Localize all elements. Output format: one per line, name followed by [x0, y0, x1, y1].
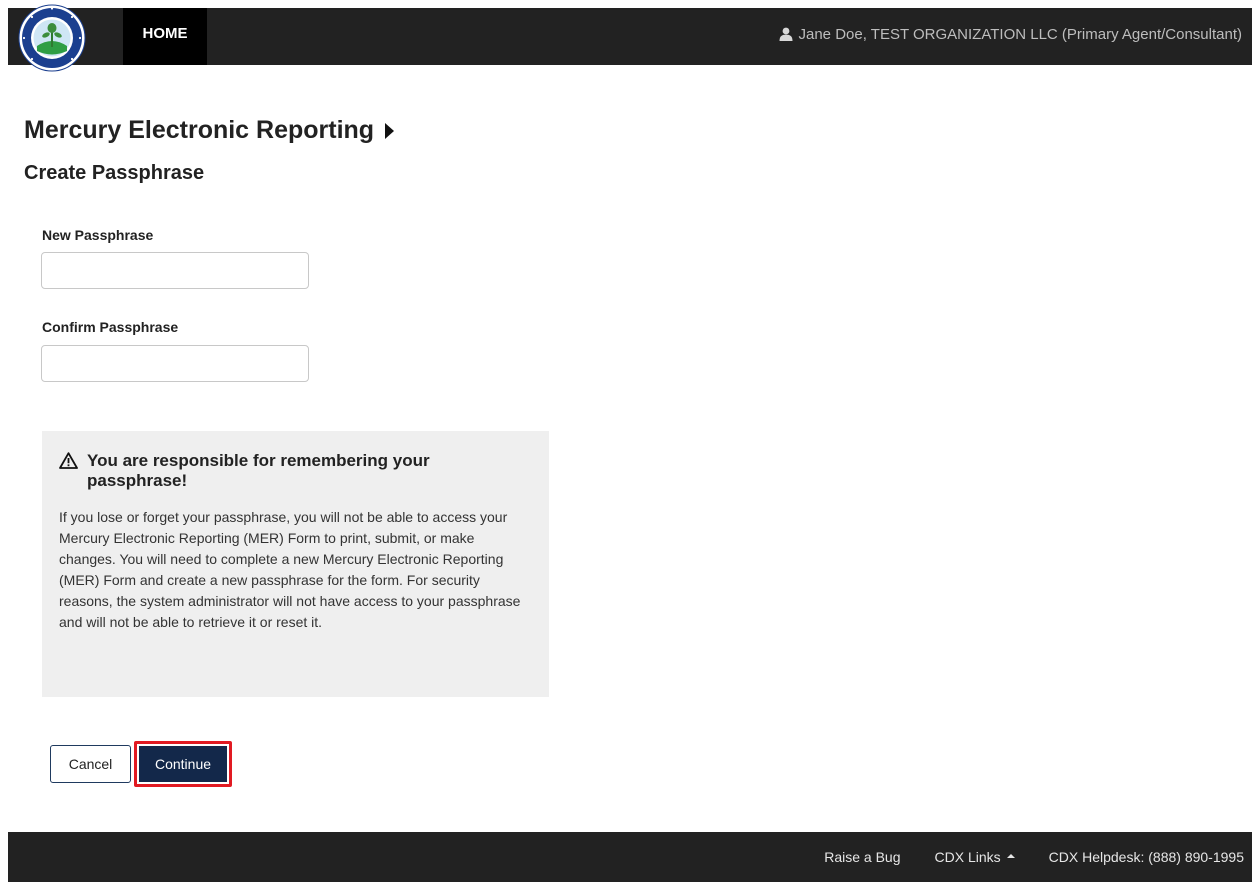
- confirm-passphrase-label: Confirm Passphrase: [42, 319, 179, 335]
- page-title: Create Passphrase: [24, 162, 205, 184]
- caret-right-icon: [385, 122, 395, 139]
- epa-seal-logo[interactable]: [17, 3, 87, 73]
- user-icon: [779, 27, 792, 41]
- continue-button[interactable]: Continue: [139, 746, 227, 782]
- cdx-links-dropdown[interactable]: CDX Links: [935, 832, 1015, 882]
- user-name-label: Jane Doe, TEST ORGANIZATION LLC (Primary…: [798, 26, 1243, 43]
- new-passphrase-label: New Passphrase: [42, 227, 154, 243]
- confirm-passphrase-input[interactable]: [41, 345, 309, 382]
- passphrase-warning-panel: You are responsible for remembering your…: [42, 431, 549, 697]
- caret-up-icon: [1006, 854, 1015, 859]
- warning-heading: You are responsible for remembering your…: [59, 451, 529, 491]
- footer-links: Raise a Bug CDX Links CDX Helpdesk: (888…: [824, 832, 1244, 882]
- user-menu[interactable]: Jane Doe, TEST ORGANIZATION LLC (Primary…: [779, 8, 1243, 61]
- raise-bug-link[interactable]: Raise a Bug: [824, 832, 900, 882]
- warning-body-text: If you lose or forget your passphrase, y…: [59, 509, 521, 630]
- footer: Raise a Bug CDX Links CDX Helpdesk: (888…: [8, 832, 1252, 882]
- nav-home-tab[interactable]: HOME: [123, 8, 207, 65]
- warning-triangle-icon: [59, 452, 78, 469]
- app-title: Mercury Electronic Reporting: [24, 116, 395, 145]
- cdx-links-label: CDX Links: [934, 849, 1001, 865]
- continue-highlight: Continue: [134, 741, 232, 787]
- new-passphrase-input[interactable]: [41, 252, 309, 289]
- cdx-helpdesk-link[interactable]: CDX Helpdesk: (888) 890-1995: [1049, 832, 1244, 882]
- app-title-text: Mercury Electronic Reporting: [24, 116, 375, 144]
- cancel-button[interactable]: Cancel: [50, 745, 131, 783]
- warning-heading-text: You are responsible for remembering your…: [87, 451, 430, 490]
- top-navbar: HOME Jane Doe, TEST ORGANIZATION LLC (Pr…: [8, 8, 1252, 65]
